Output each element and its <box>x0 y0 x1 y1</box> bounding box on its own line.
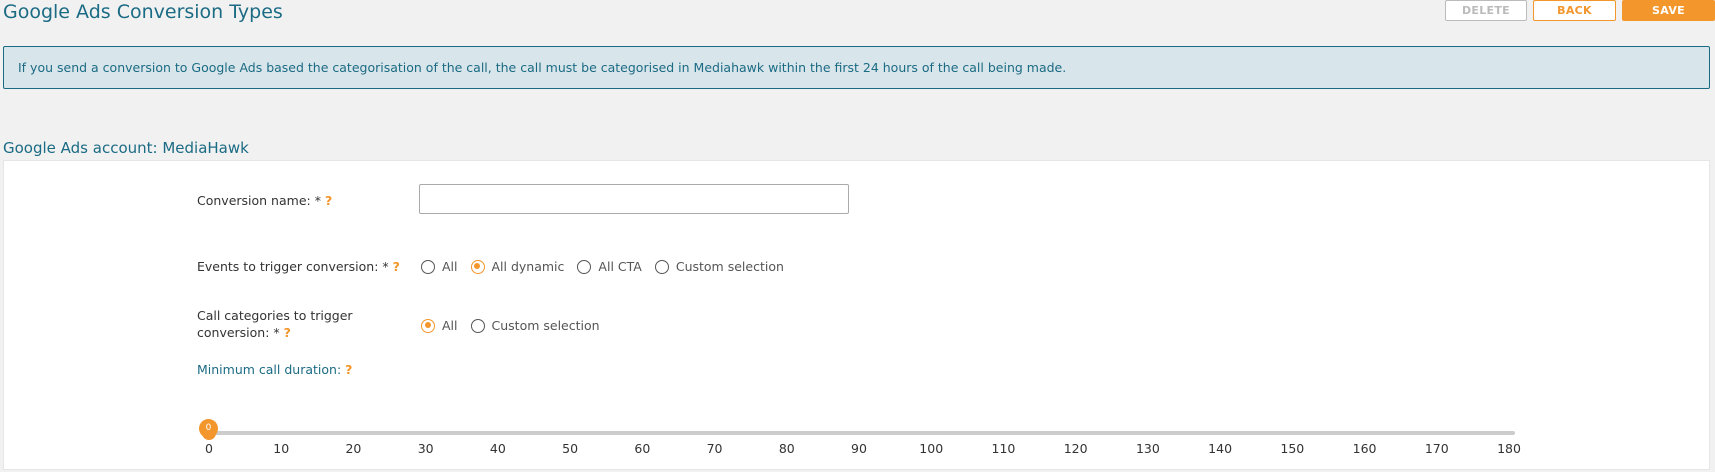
categories-label-line1: Call categories to trigger <box>197 308 353 323</box>
events-radio-custom[interactable]: Custom selection <box>654 259 784 274</box>
events-radio-all-cta[interactable]: All CTA <box>577 259 642 274</box>
save-button[interactable]: SAVE <box>1622 0 1715 21</box>
slider-tick-label: 120 <box>1063 441 1088 456</box>
events-radio-all-dynamic[interactable]: All dynamic <box>470 259 565 274</box>
help-icon[interactable]: ? <box>325 193 332 208</box>
help-icon[interactable]: ? <box>393 259 400 274</box>
slider-tick-label: 180 <box>1497 441 1521 456</box>
slider-tick-label: 0 <box>205 441 213 456</box>
conversion-name-label-text: Conversion name: * <box>197 193 321 208</box>
info-banner: If you send a conversion to Google Ads b… <box>3 46 1710 89</box>
slider-tick-label: 100 <box>919 441 944 456</box>
slider-track[interactable] <box>203 431 1515 435</box>
events-radio-all-cta-label: All CTA <box>598 259 642 274</box>
radio-checked-icon[interactable] <box>421 318 435 333</box>
radio-circle-icon[interactable] <box>654 259 669 274</box>
min-duration-slider[interactable]: 0 0 10 20 30 40 50 60 70 80 90 100 110 120 130 140 150 1… <box>199 411 1521 471</box>
info-text: If you send a conversion to Google Ads b… <box>18 60 1067 75</box>
categories-label: Call categories to trigger conversion: *… <box>197 307 353 341</box>
events-radio-all-label: All <box>442 259 458 274</box>
delete-button[interactable]: DELETE <box>1445 0 1527 21</box>
conversion-name-label: Conversion name: *? <box>197 192 332 209</box>
slider-tick-label: 50 <box>562 441 579 456</box>
categories-radio-all[interactable]: All <box>421 318 458 333</box>
slider-tick-label: 30 <box>417 441 434 456</box>
conversion-name-input[interactable] <box>419 184 849 214</box>
slider-tick-label: 70 <box>706 441 723 456</box>
radio-circle-icon[interactable] <box>421 259 435 274</box>
back-button[interactable]: BACK <box>1533 0 1616 21</box>
categories-radio-group: All Custom selection <box>421 318 613 333</box>
events-label-text: Events to trigger conversion: * <box>197 259 389 274</box>
help-icon[interactable]: ? <box>345 362 352 377</box>
categories-radio-custom[interactable]: Custom selection <box>470 318 600 333</box>
slider-tick-label: 110 <box>991 441 1016 456</box>
events-radio-custom-label: Custom selection <box>675 259 784 274</box>
account-heading: Google Ads account: MediaHawk <box>3 139 249 157</box>
min-duration-label-text: Minimum call duration: <box>197 362 342 377</box>
slider-tick-label: 130 <box>1135 441 1160 456</box>
slider-tick-label: 90 <box>851 441 867 456</box>
help-icon[interactable]: ? <box>284 325 291 340</box>
slider-tick-label: 20 <box>345 441 362 456</box>
radio-circle-icon[interactable] <box>470 318 485 333</box>
slider-tick-label: 150 <box>1280 441 1305 456</box>
min-duration-label: Minimum call duration:? <box>197 361 352 378</box>
events-radio-group: All All dynamic All CTA Custom selection <box>421 259 797 274</box>
page-title: Google Ads Conversion Types <box>3 1 283 23</box>
categories-label-line2: conversion: * <box>197 325 280 340</box>
slider-tick-label: 60 <box>634 441 651 456</box>
slider-value-bubble: 0 <box>199 419 218 440</box>
events-radio-all[interactable]: All <box>421 259 458 274</box>
slider-tick-label: 10 <box>273 441 290 456</box>
events-label: Events to trigger conversion: *? <box>197 258 400 275</box>
slider-tick-label: 170 <box>1424 441 1449 456</box>
slider-tick-label: 40 <box>489 441 506 456</box>
radio-circle-icon[interactable] <box>577 259 592 274</box>
form-panel: Conversion name: *? Events to trigger co… <box>3 160 1710 470</box>
slider-tick-label: 160 <box>1352 441 1377 456</box>
slider-handle[interactable]: 0 <box>199 419 218 440</box>
slider-tick-label: 80 <box>778 441 795 456</box>
slider-tick-label: 140 <box>1208 441 1233 456</box>
categories-radio-all-label: All <box>442 318 458 333</box>
events-radio-all-dynamic-label: All dynamic <box>491 259 565 274</box>
radio-checked-icon[interactable] <box>470 259 485 274</box>
categories-radio-custom-label: Custom selection <box>491 318 600 333</box>
